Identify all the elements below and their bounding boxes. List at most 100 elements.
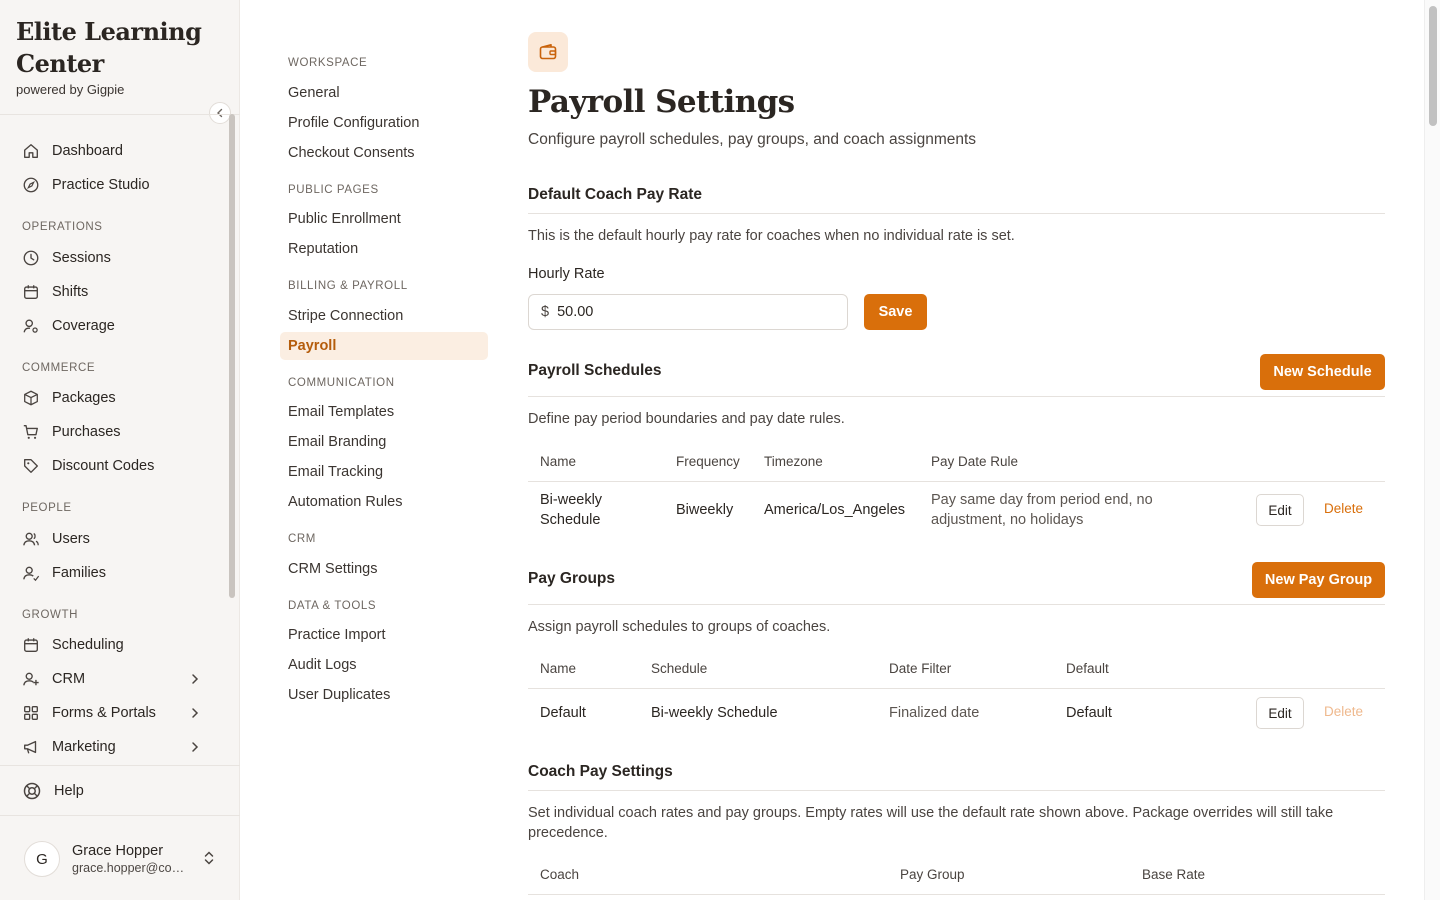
nav-item-scheduling[interactable]: Scheduling xyxy=(16,630,212,660)
column-header-default: Default xyxy=(1066,661,1109,676)
settings-item-checkout-consents[interactable]: Checkout Consents xyxy=(280,139,488,167)
nav-label: Packages xyxy=(52,390,116,406)
hourly-rate-field[interactable]: $ xyxy=(528,294,848,330)
nav-item-purchases[interactable]: Purchases xyxy=(16,417,212,447)
nav-item-dashboard[interactable]: Dashboard xyxy=(16,136,212,166)
user-menu[interactable]: G Grace Hopper grace.hopper@company.com xyxy=(24,840,224,878)
new-schedule-button[interactable]: New Schedule xyxy=(1260,354,1385,390)
settings-item-practice-import[interactable]: Practice Import xyxy=(280,621,488,649)
column-header-coach: Coach xyxy=(540,867,580,882)
settings-section-data-tools: DATA & TOOLS xyxy=(288,600,377,612)
hourly-rate-label: Hourly Rate xyxy=(528,266,605,282)
nav-section-growth: GROWTH xyxy=(22,609,78,621)
pay-group-date-filter: Finalized date xyxy=(889,705,980,721)
nav-section-commerce: COMMERCE xyxy=(22,362,96,374)
nav-label: Coverage xyxy=(52,318,115,334)
nav-item-users[interactable]: Users xyxy=(16,524,212,554)
nav-item-coverage[interactable]: Coverage xyxy=(16,311,212,341)
edit-schedule-button[interactable]: Edit xyxy=(1256,494,1304,526)
settings-item-public-enrollment[interactable]: Public Enrollment xyxy=(280,205,488,233)
user-gear-icon xyxy=(23,319,38,333)
column-header-name: Name xyxy=(540,454,577,469)
chevron-right-icon xyxy=(192,674,199,684)
column-header-pay-group: Pay Group xyxy=(900,867,965,882)
column-header-date-filter: Date Filter xyxy=(889,661,952,676)
package-icon xyxy=(24,390,38,406)
sidebar-scrollbar[interactable] xyxy=(229,114,235,598)
save-rate-button[interactable]: Save xyxy=(864,294,927,330)
new-pay-group-button[interactable]: New Pay Group xyxy=(1252,562,1385,598)
settings-item-audit-logs[interactable]: Audit Logs xyxy=(280,651,488,679)
nav-item-shifts[interactable]: Shifts xyxy=(16,277,212,307)
section-description: Assign payroll schedules to groups of co… xyxy=(528,619,831,635)
settings-item-user-duplicates[interactable]: User Duplicates xyxy=(280,681,488,709)
nav-item-families[interactable]: Families xyxy=(16,558,212,588)
edit-pay-group-button[interactable]: Edit xyxy=(1256,697,1304,729)
schedule-name-line2: Schedule xyxy=(540,512,601,528)
divider xyxy=(528,481,1385,482)
section-title-pay-groups: Pay Groups xyxy=(528,570,615,587)
nav-item-practice-studio[interactable]: Practice Studio xyxy=(16,170,212,200)
pay-group-schedule: Bi-weekly Schedule xyxy=(651,705,778,721)
main-nav: Dashboard Practice Studio OPERATIONS Ses… xyxy=(0,134,226,764)
schedule-name-line1: Bi-weekly xyxy=(540,492,603,508)
user-plus-icon xyxy=(23,672,39,686)
section-title-payroll-schedules: Payroll Schedules xyxy=(528,362,662,379)
nav-label: Discount Codes xyxy=(52,458,155,474)
nav-item-discount-codes[interactable]: Discount Codes xyxy=(16,451,212,481)
delete-schedule-button[interactable]: Delete xyxy=(1324,501,1363,516)
nav-label: Practice Studio xyxy=(52,177,150,193)
divider xyxy=(528,688,1385,689)
brand-subtitle: powered by Gigpie xyxy=(16,82,125,97)
delete-pay-group-button: Delete xyxy=(1324,704,1364,719)
brand-title-line1: Elite Learning xyxy=(16,17,202,46)
settings-item-reputation[interactable]: Reputation xyxy=(280,235,488,263)
chevron-left-icon xyxy=(217,108,223,118)
column-header-schedule: Schedule xyxy=(651,661,708,676)
nav-label: Forms & Portals xyxy=(52,705,156,721)
compass-icon xyxy=(23,177,39,193)
nav-item-crm[interactable]: CRM xyxy=(16,664,212,694)
settings-item-email-tracking[interactable]: Email Tracking xyxy=(280,458,488,486)
cart-icon xyxy=(23,425,38,439)
section-description-line2: precedence. xyxy=(528,825,608,841)
nav-item-marketing[interactable]: Marketing xyxy=(16,732,212,762)
nav-section-operations: OPERATIONS xyxy=(22,221,103,233)
divider xyxy=(528,396,1385,397)
nav-item-packages[interactable]: Packages xyxy=(16,383,212,413)
nav-item-forms-portals[interactable]: Forms & Portals xyxy=(16,698,212,728)
divider xyxy=(528,604,1385,605)
page-scrollbar-thumb[interactable] xyxy=(1429,6,1437,126)
nav-label: CRM xyxy=(52,671,86,687)
currency-symbol: $ xyxy=(541,304,550,320)
section-title-coach-pay: Coach Pay Settings xyxy=(528,763,673,780)
help-link[interactable]: Help xyxy=(22,776,84,806)
column-header-name: Name xyxy=(540,661,577,676)
settings-item-profile-configuration[interactable]: Profile Configuration xyxy=(280,109,488,137)
settings-item-crm-settings[interactable]: CRM Settings xyxy=(280,555,488,583)
nav-label: Marketing xyxy=(52,739,116,755)
settings-section-billing-payroll: BILLING & PAYROLL xyxy=(288,280,408,292)
page-scrollbar[interactable] xyxy=(1424,0,1440,900)
settings-item-payroll[interactable]: Payroll xyxy=(280,332,488,360)
page-subtitle: Configure payroll schedules, pay groups,… xyxy=(528,131,977,148)
brand: Elite Learning Center powered by Gigpie xyxy=(16,16,202,97)
hourly-rate-input[interactable] xyxy=(557,304,798,320)
lifebuoy-icon xyxy=(23,782,41,800)
avatar: G xyxy=(24,841,60,877)
settings-item-general[interactable]: General xyxy=(280,79,488,107)
chevron-up-down-icon xyxy=(204,851,214,865)
settings-item-email-templates[interactable]: Email Templates xyxy=(280,398,488,426)
user-email: grace.hopper@company.com xyxy=(72,860,190,875)
nav-item-sessions[interactable]: Sessions xyxy=(16,243,212,273)
settings-item-email-branding[interactable]: Email Branding xyxy=(280,428,488,456)
user-name: Grace Hopper xyxy=(72,842,164,859)
settings-item-stripe-connection[interactable]: Stripe Connection xyxy=(280,302,488,330)
settings-item-automation-rules[interactable]: Automation Rules xyxy=(280,488,488,516)
section-description-line1: Set individual coach rates and pay group… xyxy=(528,805,1334,821)
page-icon xyxy=(528,32,568,72)
collapse-sidebar-button[interactable] xyxy=(209,102,231,124)
megaphone-icon xyxy=(24,740,37,754)
column-header-pay-date-rule: Pay Date Rule xyxy=(931,454,1019,469)
nav-label: Dashboard xyxy=(52,143,123,159)
